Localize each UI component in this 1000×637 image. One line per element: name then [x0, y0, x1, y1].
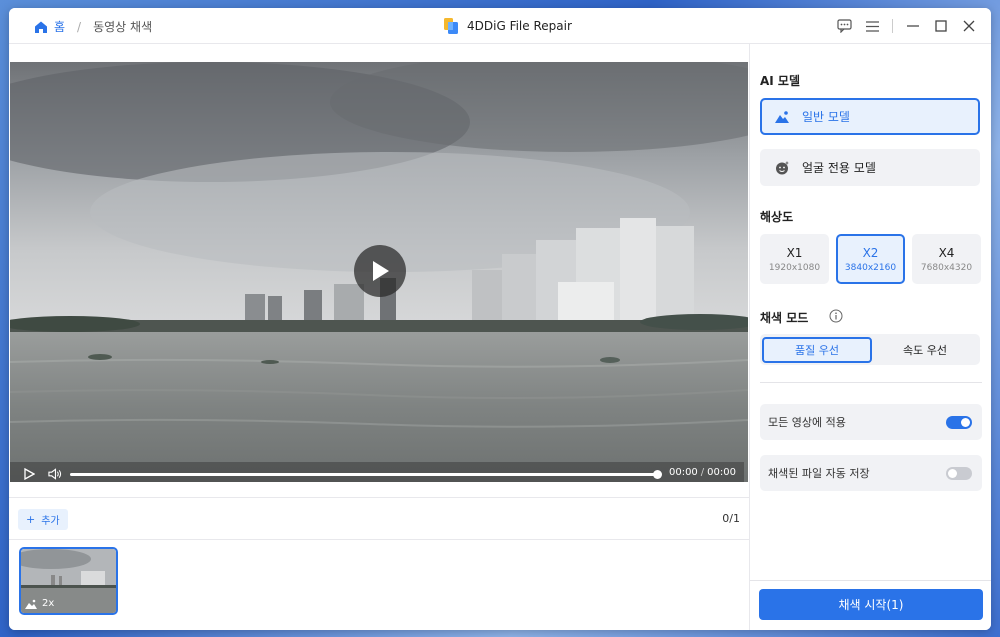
speed-priority-button[interactable]: 속도 우선 [872, 337, 978, 363]
maximize-icon [935, 20, 947, 32]
resolution-x2[interactable]: X2 3840x2160 [836, 234, 905, 284]
ai-model-title: AI 모델 [760, 74, 801, 88]
breadcrumb: 홈 / 동영상 채색 [34, 18, 152, 35]
toggle-knob [961, 417, 970, 427]
window-controls [824, 18, 977, 34]
start-colorize-button[interactable]: 채색 시작(1) [759, 589, 983, 620]
scale-badge: 2x [42, 598, 55, 609]
toggle-knob [948, 468, 957, 478]
info-icon[interactable] [829, 309, 843, 323]
mode-selector: 품질 우선 속도 우선 [760, 334, 980, 365]
title-bar: 홈 / 동영상 채색 4DDiG File Repair [9, 8, 991, 44]
current-time: 00:00 [668, 467, 698, 478]
quality-priority-button[interactable]: 품질 우선 [762, 336, 872, 363]
file-count: 0/1 [722, 512, 740, 525]
resolution-size: 1920x1080 [768, 262, 821, 273]
general-model-label: 일반 모델 [802, 110, 850, 124]
close-button[interactable] [961, 18, 977, 34]
footer-divider [750, 580, 991, 581]
menu-button[interactable] [864, 18, 880, 34]
auto-save-toggle[interactable] [946, 466, 972, 480]
apply-all-toggle[interactable] [946, 415, 972, 429]
mode-title: 채색 모드 [760, 311, 809, 325]
home-icon[interactable] [34, 20, 48, 34]
minimize-button[interactable] [905, 18, 921, 34]
resolution-x4[interactable]: X4 7680x4320 [912, 234, 981, 284]
close-icon [963, 20, 975, 32]
thumbnail-badge: 2x [25, 598, 54, 609]
time-display: 00:00/00:00 [669, 467, 736, 478]
app-title-group: 4DDiG File Repair [443, 17, 572, 35]
video-thumbnail[interactable]: 2x [19, 547, 118, 615]
video-preview-area: 00:00/00:00 [9, 44, 749, 497]
progress-bar[interactable] [70, 470, 662, 479]
volume-icon [48, 468, 62, 480]
breadcrumb-home[interactable]: 홈 [54, 18, 65, 35]
resolution-x1[interactable]: X1 1920x1080 [760, 234, 829, 284]
minimize-icon [907, 25, 919, 27]
volume-button[interactable] [48, 467, 62, 481]
image-icon [25, 599, 37, 609]
breadcrumb-current: 동영상 채색 [93, 20, 153, 34]
play-overlay-button[interactable] [354, 245, 406, 297]
progress-knob[interactable] [653, 470, 662, 479]
player-controls: 00:00/00:00 [10, 462, 744, 482]
resolution-size: 7680x4320 [920, 262, 973, 273]
resolution-name: X2 [862, 245, 879, 260]
face-model-label: 얼굴 전용 모델 [802, 161, 876, 175]
apply-all-label: 모든 영상에 적용 [768, 416, 846, 429]
plus-icon: + [26, 513, 36, 526]
total-time: 00:00 [707, 467, 736, 478]
play-button[interactable] [22, 467, 36, 481]
add-button[interactable]: + 추가 [18, 509, 68, 530]
auto-save-label: 채색된 파일 자동 저장 [768, 467, 870, 480]
auto-save-row: 채색된 파일 자동 저장 [760, 455, 982, 491]
play-icon [23, 468, 35, 480]
add-label: 추가 [41, 516, 60, 527]
maximize-button[interactable] [933, 18, 949, 34]
panel-divider [760, 382, 982, 383]
breadcrumb-separator: / [77, 19, 82, 34]
play-icon [373, 261, 389, 281]
app-logo-icon [444, 18, 458, 34]
resolution-title: 해상도 [760, 210, 794, 224]
resolution-name: X4 [938, 245, 955, 260]
resolution-name: X1 [786, 245, 803, 260]
controls-divider [892, 19, 893, 33]
time-separator: / [700, 467, 705, 478]
resolution-size: 3840x2160 [844, 262, 897, 273]
apply-all-row: 모든 영상에 적용 [760, 404, 982, 440]
video-player[interactable]: 00:00/00:00 [10, 62, 748, 482]
app-window: 홈 / 동영상 채색 4DDiG File Repair 00:00 / 00:… [9, 8, 991, 630]
general-model-button[interactable]: 일반 모델 [760, 98, 980, 135]
app-title: 4DDiG File Repair [467, 19, 572, 33]
feedback-icon [836, 19, 852, 33]
face-model-button[interactable]: 얼굴 전용 모델 [760, 149, 980, 186]
thumbnail-strip: 2x [9, 540, 749, 630]
settings-panel: AI 모델 일반 모델 얼굴 전용 모델 해상도 X1 1920x1080 X2… [749, 44, 991, 630]
menu-icon [865, 20, 879, 32]
feedback-button[interactable] [836, 18, 852, 34]
file-list-toolbar: + 추가 0/1 [9, 497, 749, 540]
resolution-options: X1 1920x1080 X2 3840x2160 X4 7680x4320 [760, 234, 988, 284]
face-icon [776, 160, 789, 174]
landscape-icon [775, 110, 789, 123]
